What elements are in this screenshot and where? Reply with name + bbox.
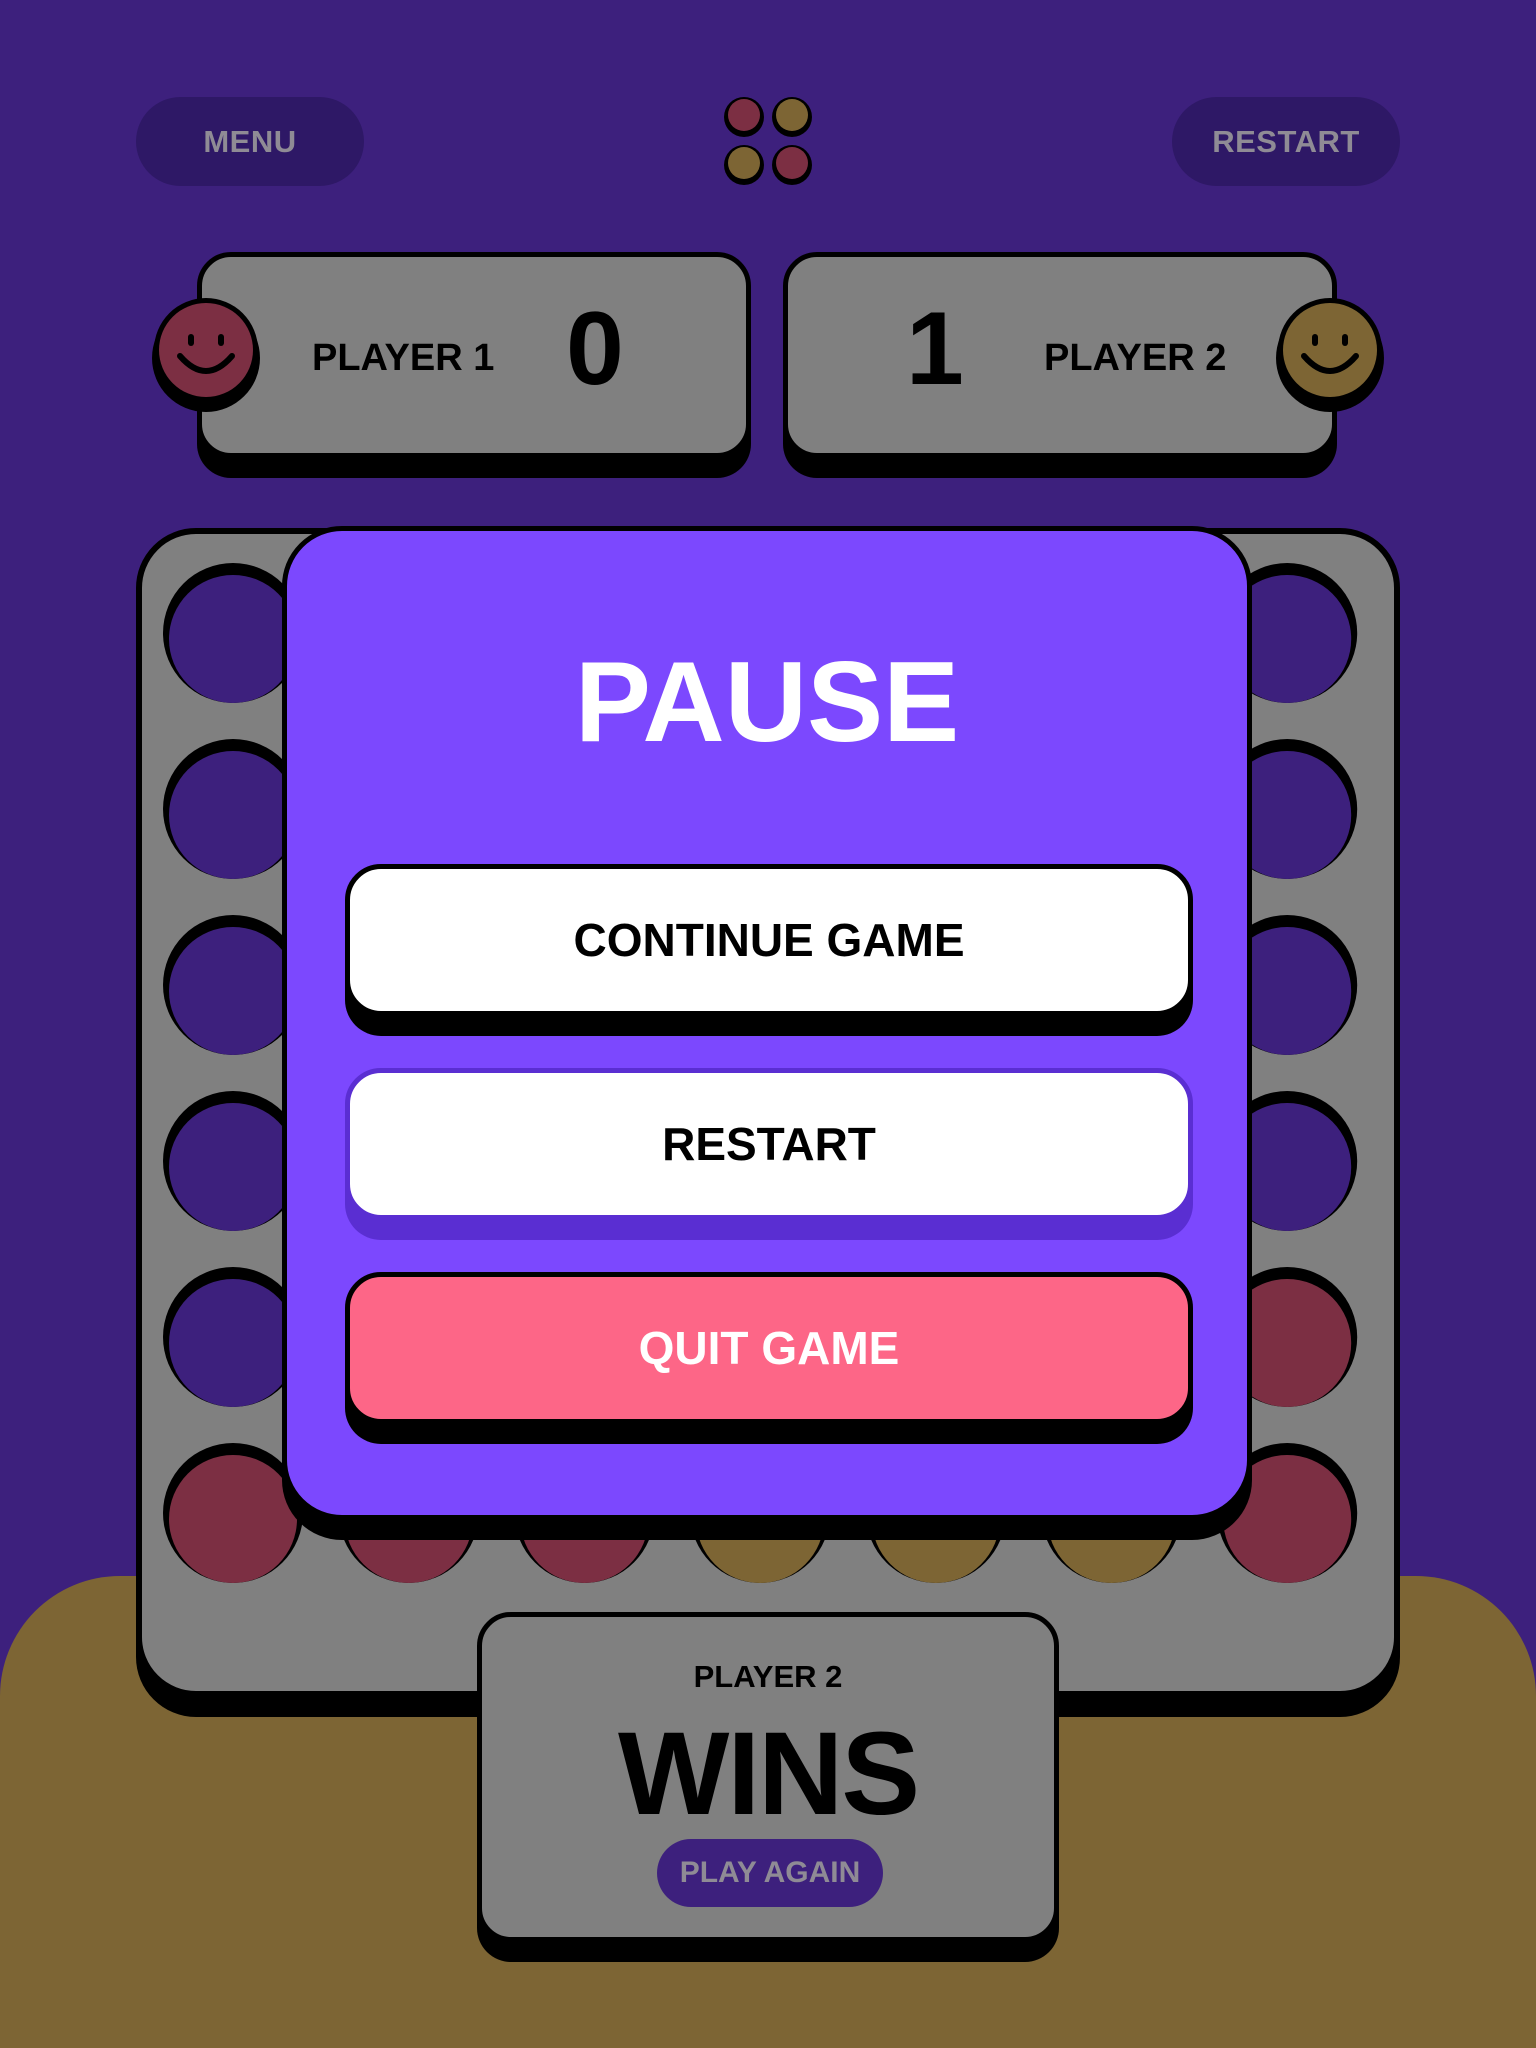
restart-button[interactable]: RESTART — [345, 1068, 1193, 1220]
pause-modal: PAUSE CONTINUE GAME RESTART QUIT GAME — [282, 526, 1252, 1520]
result-card: PLAYER 2 WINS PLAY AGAIN — [477, 1612, 1059, 1942]
menu-button[interactable]: MENU — [136, 97, 364, 186]
player1-score-card: PLAYER 1 0 — [197, 252, 751, 458]
player1-score: 0 — [566, 291, 624, 407]
player2-avatar-icon — [1276, 298, 1384, 412]
wins-title: WINS — [617, 1708, 920, 1840]
quit-game-button[interactable]: QUIT GAME — [345, 1272, 1193, 1424]
play-again-button[interactable]: PLAY AGAIN — [657, 1839, 883, 1907]
continue-game-button[interactable]: CONTINUE GAME — [345, 864, 1193, 1016]
pause-title: PAUSE — [574, 639, 960, 766]
logo-icon — [724, 97, 812, 185]
header-restart-button[interactable]: RESTART — [1172, 97, 1400, 186]
winner-label: PLAYER 2 — [693, 1659, 843, 1694]
player2-label: PLAYER 2 — [1044, 337, 1227, 379]
player2-score: 1 — [906, 291, 964, 407]
player1-avatar-icon — [152, 298, 260, 412]
player1-label: PLAYER 1 — [312, 337, 495, 379]
player2-score-card: 1 PLAYER 2 — [783, 252, 1337, 458]
